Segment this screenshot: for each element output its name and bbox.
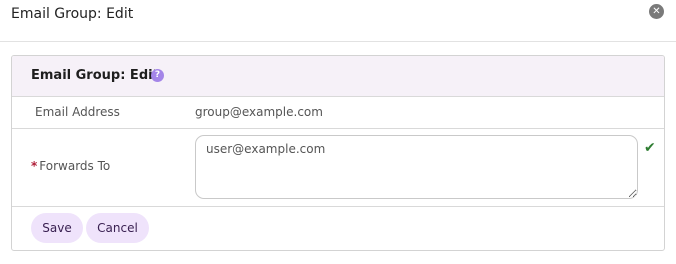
- cancel-button[interactable]: Cancel: [86, 213, 149, 243]
- required-marker: *: [31, 159, 38, 173]
- forwards-to-field[interactable]: user@example.com: [195, 135, 638, 199]
- panel-header: Email Group: Edit ?: [12, 56, 664, 97]
- panel-title: Email Group: Edit: [31, 68, 159, 83]
- save-button[interactable]: Save: [31, 213, 83, 243]
- check-icon: ✔: [644, 140, 656, 156]
- dialog-title: Email Group: Edit: [11, 6, 134, 22]
- dialog-header: Email Group: Edit ✕: [0, 0, 676, 42]
- forwards-to-label-text: Forwards To: [39, 159, 111, 173]
- email-address-row: Email Address group@example.com: [12, 97, 664, 129]
- forwards-to-label: * Forwards To: [31, 159, 110, 173]
- close-icon[interactable]: ✕: [649, 4, 664, 19]
- forwards-to-row: * Forwards To user@example.com ✔: [12, 129, 664, 207]
- help-icon[interactable]: ?: [151, 69, 164, 82]
- email-address-label: Email Address: [35, 105, 120, 119]
- email-address-value: group@example.com: [195, 105, 323, 119]
- edit-panel: Email Group: Edit ? Email Address group@…: [11, 55, 665, 251]
